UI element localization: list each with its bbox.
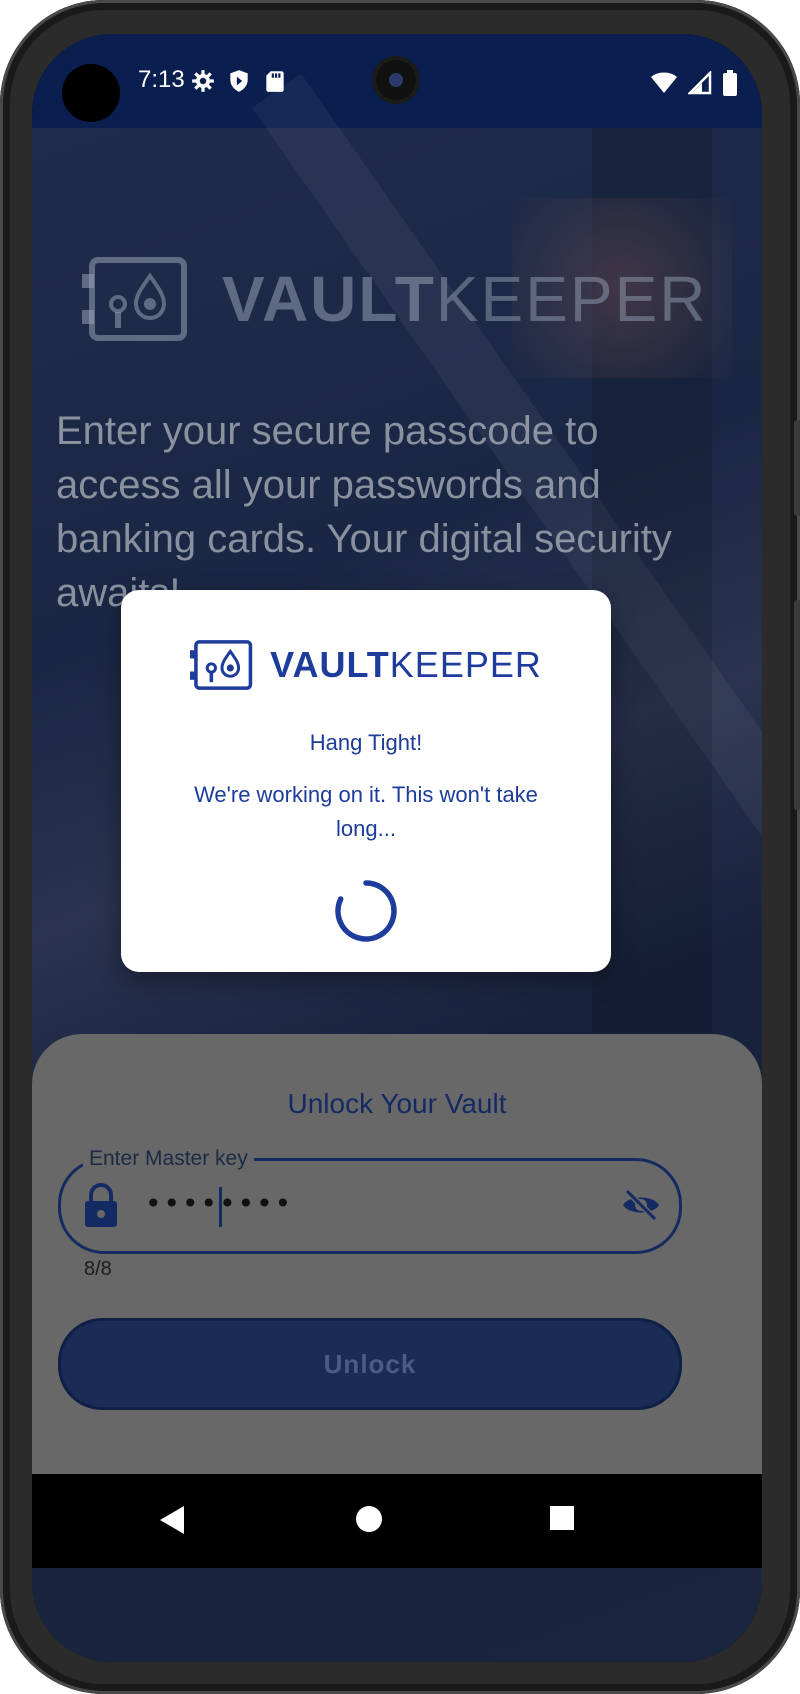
camera-cutout bbox=[62, 64, 120, 122]
gear-icon bbox=[192, 70, 214, 92]
text-caret bbox=[219, 1187, 222, 1227]
dialog-message: We're working on it. This won't take lon… bbox=[194, 782, 538, 841]
unlock-sheet: Unlock Your Vault Enter Master key •••••… bbox=[32, 1034, 762, 1474]
home-icon[interactable] bbox=[354, 1504, 384, 1534]
tagline: Enter your secure passcode to access all… bbox=[56, 409, 672, 615]
eye-off-icon[interactable] bbox=[621, 1187, 661, 1223]
battery-icon bbox=[723, 70, 737, 96]
shield-icon bbox=[230, 70, 248, 92]
loading-dialog: VAULTKEEPER Hang Tight! We're working on… bbox=[121, 590, 611, 972]
master-key-field[interactable]: Enter Master key •••••••• bbox=[58, 1147, 682, 1254]
navigation-bar bbox=[32, 1474, 762, 1568]
phone-frame: 7:13 VAULTKEEPER Enter your secure passc… bbox=[0, 0, 800, 1694]
vault-logo-icon bbox=[190, 640, 253, 690]
recents-icon[interactable] bbox=[548, 1504, 576, 1532]
app-logo: VAULTKEEPER bbox=[82, 256, 707, 342]
signal-icon bbox=[688, 71, 712, 95]
dialog-brand-light: KEEPER bbox=[389, 644, 542, 685]
status-time: 7:13 bbox=[138, 66, 185, 93]
dialog-logo: VAULTKEEPER bbox=[121, 638, 611, 692]
power-button bbox=[794, 600, 800, 810]
brand-name-light: KEEPER bbox=[435, 263, 708, 335]
dialog-brand-bold: VAULT bbox=[270, 644, 390, 685]
vault-logo-icon bbox=[82, 257, 187, 341]
front-camera bbox=[376, 60, 416, 100]
screen: 7:13 VAULTKEEPER Enter your secure passc… bbox=[32, 34, 762, 1662]
brand-name-bold: VAULT bbox=[222, 263, 436, 335]
field-label: Enter Master key bbox=[83, 1147, 254, 1171]
loading-spinner-icon bbox=[335, 880, 397, 942]
unlock-button[interactable]: Unlock bbox=[58, 1318, 682, 1410]
back-icon[interactable] bbox=[158, 1504, 186, 1536]
volume-button bbox=[794, 420, 800, 516]
sheet-title: Unlock Your Vault bbox=[287, 1088, 507, 1119]
lock-icon bbox=[85, 1183, 117, 1227]
char-counter: 8/8 bbox=[84, 1258, 112, 1280]
status-bar: 7:13 bbox=[32, 34, 762, 128]
dialog-title: Hang Tight! bbox=[309, 730, 423, 755]
wifi-icon bbox=[651, 72, 677, 93]
